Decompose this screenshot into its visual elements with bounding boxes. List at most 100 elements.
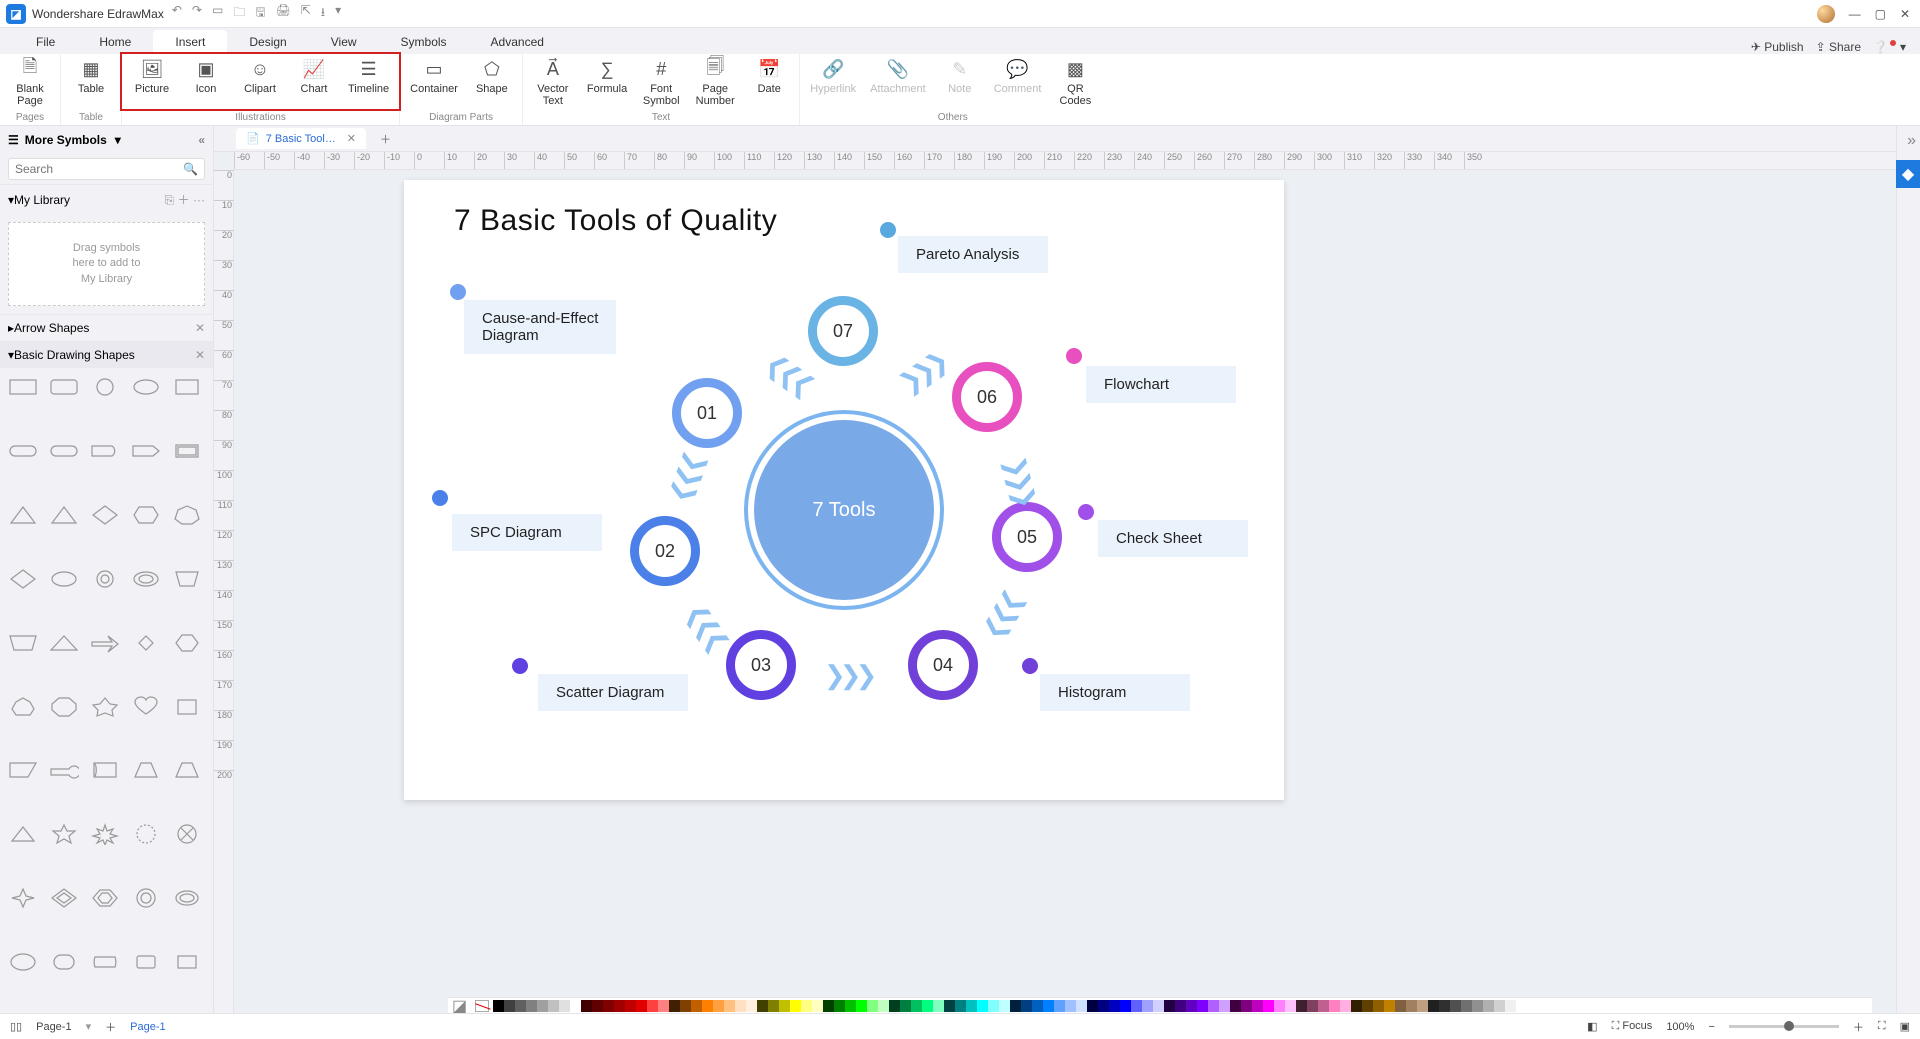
- document-tab[interactable]: 📄 7 Basic Tools O... ✕: [236, 128, 366, 149]
- shape-stencil[interactable]: [131, 632, 161, 654]
- color-swatch[interactable]: [614, 1000, 625, 1012]
- layers-icon[interactable]: ◧: [1587, 1020, 1597, 1033]
- color-swatch[interactable]: [823, 1000, 834, 1012]
- color-swatch[interactable]: [1428, 1000, 1439, 1012]
- shape-stencil[interactable]: [49, 696, 79, 718]
- qat-save-icon[interactable]: 🖫: [255, 3, 265, 24]
- shape-stencil[interactable]: [90, 951, 120, 973]
- color-swatch[interactable]: [1329, 1000, 1340, 1012]
- right-panel-button[interactable]: ◆: [1896, 160, 1920, 188]
- color-swatch[interactable]: [768, 1000, 779, 1012]
- color-swatch[interactable]: [1505, 1000, 1516, 1012]
- color-swatch[interactable]: [691, 1000, 702, 1012]
- shape-stencil[interactable]: [90, 568, 120, 590]
- color-swatch[interactable]: [790, 1000, 801, 1012]
- color-swatch[interactable]: [1395, 1000, 1406, 1012]
- shape-stencil[interactable]: [8, 759, 38, 781]
- color-swatch[interactable]: [603, 1000, 614, 1012]
- color-swatch[interactable]: [1230, 1000, 1241, 1012]
- color-swatch[interactable]: [1351, 1000, 1362, 1012]
- shape-stencil[interactable]: [8, 376, 38, 398]
- settings-chevron-icon[interactable]: ▾: [1900, 40, 1906, 54]
- color-swatch[interactable]: [713, 1000, 724, 1012]
- shape-stencil[interactable]: [131, 759, 161, 781]
- color-swatch[interactable]: [1186, 1000, 1197, 1012]
- color-swatch[interactable]: [680, 1000, 691, 1012]
- note-button[interactable]: ✎Note: [940, 58, 980, 95]
- color-swatch[interactable]: [1494, 1000, 1505, 1012]
- shape-stencil[interactable]: [172, 951, 202, 973]
- color-swatch[interactable]: [526, 1000, 537, 1012]
- menu-advanced[interactable]: Advanced: [469, 30, 566, 54]
- color-swatch[interactable]: [537, 1000, 548, 1012]
- color-swatch[interactable]: [1296, 1000, 1307, 1012]
- shape-stencil[interactable]: [8, 887, 38, 909]
- node-01[interactable]: 01: [672, 378, 742, 448]
- color-swatch[interactable]: [570, 1000, 581, 1012]
- page-number-button[interactable]: 🗐Page Number: [695, 58, 735, 107]
- color-swatch[interactable]: [658, 1000, 669, 1012]
- shape-stencil[interactable]: [172, 504, 202, 526]
- timeline-button[interactable]: ☰Timeline: [348, 58, 389, 95]
- diagram-title[interactable]: 7 Basic Tools of Quality: [454, 204, 777, 238]
- node-06[interactable]: 06: [952, 362, 1022, 432]
- color-swatch[interactable]: [933, 1000, 944, 1012]
- shape-stencil[interactable]: [90, 504, 120, 526]
- color-swatch[interactable]: [1406, 1000, 1417, 1012]
- shape-stencil[interactable]: [49, 376, 79, 398]
- comment-button[interactable]: 💬Comment: [994, 58, 1042, 95]
- color-swatch[interactable]: [878, 1000, 889, 1012]
- color-swatch[interactable]: [944, 1000, 955, 1012]
- maximize-icon[interactable]: ▢: [1875, 7, 1886, 21]
- status-page-link[interactable]: Page-1: [130, 1021, 165, 1033]
- qat-import-icon[interactable]: ⭳: [321, 3, 325, 24]
- color-swatch[interactable]: [1263, 1000, 1274, 1012]
- user-avatar[interactable]: [1817, 5, 1835, 23]
- color-swatch[interactable]: [922, 1000, 933, 1012]
- shape-stencil[interactable]: [172, 632, 202, 654]
- color-swatch[interactable]: [1274, 1000, 1285, 1012]
- label-histogram[interactable]: Histogram: [1040, 674, 1190, 711]
- focus-button[interactable]: ⛶ Focus: [1612, 1020, 1653, 1033]
- color-swatch[interactable]: [702, 1000, 713, 1012]
- center-circle[interactable]: 7 Tools: [754, 420, 934, 600]
- color-swatch[interactable]: [900, 1000, 911, 1012]
- color-swatch[interactable]: [911, 1000, 922, 1012]
- shape-stencil[interactable]: [90, 759, 120, 781]
- shape-stencil[interactable]: [90, 376, 120, 398]
- attachment-button[interactable]: 📎Attachment: [870, 58, 926, 95]
- color-swatch[interactable]: [1175, 1000, 1186, 1012]
- shape-stencil[interactable]: [172, 696, 202, 718]
- close-tab-icon[interactable]: ✕: [347, 132, 356, 145]
- color-swatch[interactable]: [1065, 1000, 1076, 1012]
- font-symbol-button[interactable]: #Font Symbol: [641, 58, 681, 107]
- color-swatch[interactable]: [1032, 1000, 1043, 1012]
- color-swatch[interactable]: [801, 1000, 812, 1012]
- close-icon[interactable]: ✕: [1900, 7, 1910, 21]
- label-flowchart[interactable]: Flowchart: [1086, 366, 1236, 403]
- menu-file[interactable]: File: [14, 30, 77, 54]
- color-swatch[interactable]: [1461, 1000, 1472, 1012]
- collapse-panel-icon[interactable]: «: [198, 133, 205, 147]
- color-swatch[interactable]: [1054, 1000, 1065, 1012]
- fit-page-icon[interactable]: ⛶: [1878, 1020, 1886, 1033]
- shape-stencil[interactable]: [49, 568, 79, 590]
- color-swatch[interactable]: [999, 1000, 1010, 1012]
- redo-icon[interactable]: ↷: [192, 3, 202, 24]
- canvas-page[interactable]: 7 Basic Tools of Quality 7 Tools 07 06 0…: [404, 180, 1284, 800]
- shape-stencil[interactable]: [90, 887, 120, 909]
- color-swatch[interactable]: [812, 1000, 823, 1012]
- status-page-label[interactable]: Page-1: [36, 1021, 71, 1033]
- color-swatch[interactable]: [1439, 1000, 1450, 1012]
- color-swatch[interactable]: [1373, 1000, 1384, 1012]
- shape-stencil[interactable]: [8, 951, 38, 973]
- shape-stencil[interactable]: [131, 440, 161, 462]
- color-swatch[interactable]: [1472, 1000, 1483, 1012]
- shape-stencil[interactable]: [172, 759, 202, 781]
- label-pareto[interactable]: Pareto Analysis: [898, 236, 1048, 273]
- vector-text-button[interactable]: A⃗Vector Text: [533, 58, 573, 107]
- label-scatter[interactable]: Scatter Diagram: [538, 674, 688, 711]
- node-04[interactable]: 04: [908, 630, 978, 700]
- color-swatch[interactable]: [735, 1000, 746, 1012]
- shape-stencil[interactable]: [172, 376, 202, 398]
